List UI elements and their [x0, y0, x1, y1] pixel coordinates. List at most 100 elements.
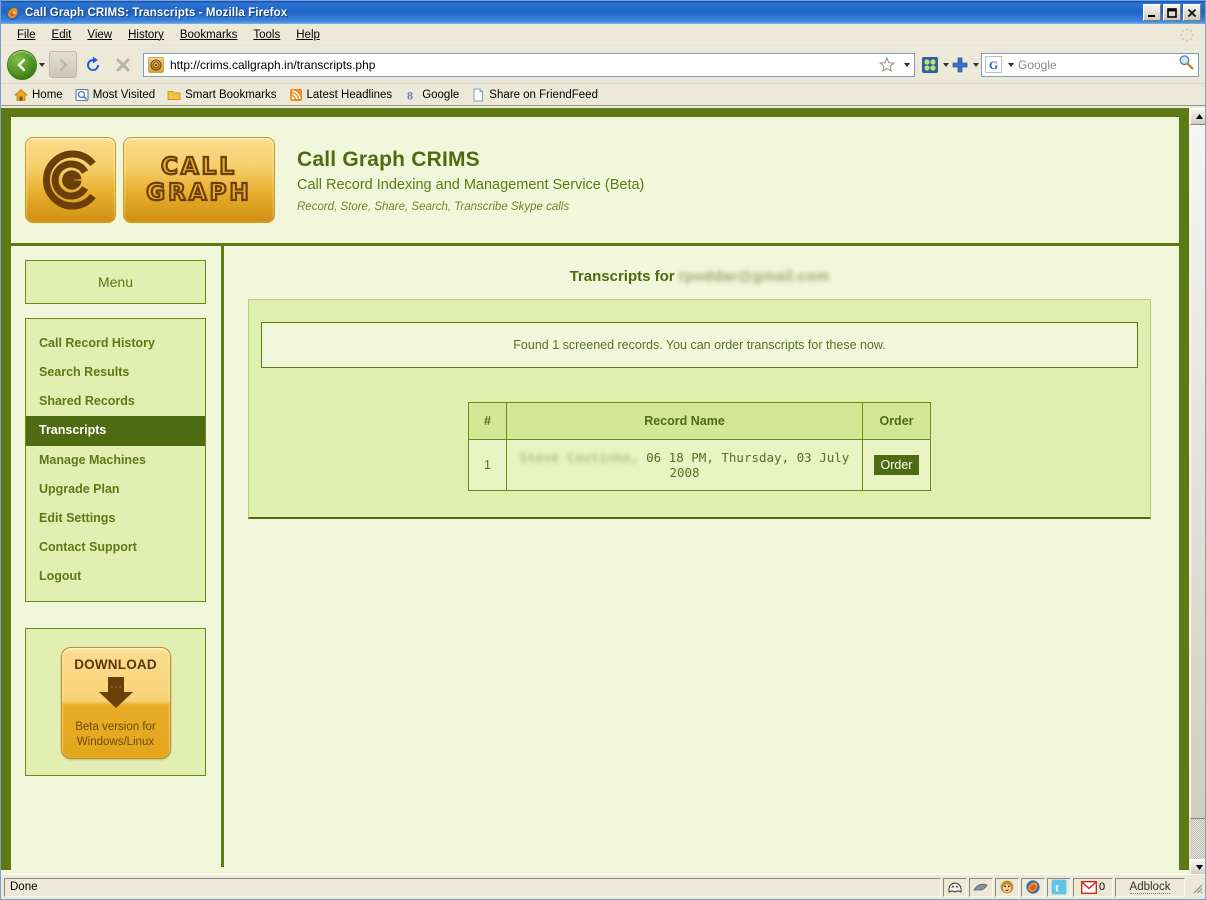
site-title: Call Graph CRIMS — [297, 147, 480, 171]
twitter-icon[interactable]: t — [1047, 877, 1071, 897]
search-bar[interactable]: G Google — [981, 52, 1199, 77]
table-body: 1 Steve Coutinho, 06 18 PM, Thursday, 03… — [468, 439, 931, 491]
svg-text:8: 8 — [407, 88, 413, 102]
add-plus-dropdown-icon[interactable] — [973, 62, 979, 67]
sidebar-item-edit-settings[interactable]: Edit Settings — [26, 504, 205, 533]
cell-record-name: Steve Coutinho, 06 18 PM, Thursday, 03 J… — [506, 439, 863, 491]
google-icon: 8 — [404, 88, 418, 102]
search-engine-dropdown-icon[interactable] — [1008, 62, 1014, 67]
menu-file-label: File — [17, 28, 36, 41]
sidebar-item-upgrade-plan[interactable]: Upgrade Plan — [26, 475, 205, 504]
title-bar: Call Graph CRIMS: Transcripts - Mozilla … — [1, 1, 1205, 24]
back-history-dropdown-icon[interactable] — [39, 62, 45, 67]
back-button[interactable] — [7, 49, 37, 80]
download-button[interactable]: DOWNLOAD Beta version for Windows/Linux — [60, 647, 171, 760]
column-header-index: # — [468, 402, 507, 440]
sidebar-item-search-results[interactable]: Search Results — [26, 358, 205, 387]
gmail-unread-count: 0 — [1098, 881, 1106, 893]
url-dropdown-icon[interactable] — [904, 62, 910, 67]
site-subtitle: Call Record Indexing and Management Serv… — [297, 176, 645, 193]
download-subtitle-line2: Windows/Linux — [76, 735, 155, 748]
stop-button[interactable] — [109, 51, 137, 79]
sidebar-item-call-record-history[interactable]: Call Record History — [26, 329, 205, 358]
sidebar-item-logout[interactable]: Logout — [26, 562, 205, 591]
navigation-toolbar: http://crims.callgraph.in/transcripts.ph… — [1, 46, 1205, 84]
firefox-icon — [5, 5, 21, 21]
scrollbar-thumb[interactable] — [1190, 125, 1205, 819]
star-icon[interactable] — [878, 56, 896, 74]
gmail-m-icon[interactable]: 0 — [1073, 877, 1113, 897]
scrollbar-track[interactable] — [1190, 125, 1205, 859]
url-bar[interactable]: http://crims.callgraph.in/transcripts.ph… — [143, 52, 915, 77]
menu-history-label: History — [128, 28, 164, 41]
bookmark-smart-bookmarks[interactable]: Smart Bookmarks — [162, 87, 281, 103]
menu-help[interactable]: Help — [288, 27, 328, 43]
sidebar-item-contact-support[interactable]: Contact Support — [26, 533, 205, 562]
shark-fin-icon[interactable] — [969, 877, 993, 897]
folder-icon — [167, 88, 181, 102]
menu-edit-label: Edit — [51, 28, 72, 41]
bookmark-most-visited[interactable]: Most Visited — [70, 87, 160, 103]
bookmark-share-on-friendfeed[interactable]: Share on FriendFeed — [466, 87, 603, 103]
status-bar: Done t 0 Adblock — [1, 874, 1205, 899]
forward-button[interactable] — [49, 51, 77, 78]
download-subtitle-line1: Beta version for — [75, 721, 156, 734]
reload-button[interactable] — [79, 51, 107, 79]
menu-help-label: Help — [296, 28, 320, 41]
scroll-up-button[interactable] — [1190, 108, 1205, 125]
close-button[interactable] — [1183, 4, 1201, 21]
site-body: Menu Call Record History Search Results … — [11, 246, 1179, 867]
monkey-icon[interactable] — [995, 877, 1019, 897]
download-title: DOWNLOAD — [74, 657, 157, 673]
url-text: http://crims.callgraph.in/transcripts.ph… — [170, 57, 376, 72]
adblock-button[interactable]: Adblock — [1115, 877, 1185, 897]
menu-history[interactable]: History — [120, 27, 172, 43]
back-button-group — [7, 49, 45, 80]
bookmark-latest-headlines-label: Latest Headlines — [306, 88, 393, 101]
bookmark-smart-bookmarks-label: Smart Bookmarks — [185, 88, 277, 101]
vertical-scrollbar[interactable] — [1189, 108, 1205, 876]
extension-grid-dropdown-icon[interactable] — [943, 62, 949, 67]
callgraph-logo-wordmark[interactable]: CALL GRAPH — [123, 137, 275, 223]
cell-index: 1 — [468, 439, 507, 491]
table-head: # Record Name Order — [468, 402, 931, 440]
menu-bookmarks[interactable]: Bookmarks — [172, 27, 246, 43]
resize-grip[interactable] — [1188, 879, 1204, 895]
search-input[interactable]: Google — [1018, 58, 1173, 72]
minimize-button[interactable] — [1143, 4, 1161, 21]
menu-view-label: View — [87, 28, 113, 41]
google-icon[interactable]: G — [985, 56, 1002, 73]
extension-grid-icon[interactable] — [921, 56, 939, 74]
sidebar-item-transcripts[interactable]: Transcripts — [26, 416, 205, 446]
cell-order: Order — [862, 439, 931, 491]
sidebar: Menu Call Record History Search Results … — [11, 246, 224, 867]
search-icon[interactable] — [1177, 53, 1195, 76]
content-area: CALL GRAPH Call Graph CRIMS Call Record … — [1, 108, 1205, 876]
download-arrow-icon — [94, 675, 138, 716]
bookmark-google[interactable]: 8 Google — [399, 87, 464, 103]
menu-view[interactable]: View — [79, 27, 120, 43]
home-icon — [13, 88, 29, 102]
ghostery-icon[interactable] — [943, 877, 967, 897]
callgraph-logo-mark[interactable] — [25, 137, 116, 223]
maximize-button[interactable] — [1163, 4, 1181, 21]
adblock-label: Adblock — [1129, 880, 1171, 894]
sidebar-item-shared-records[interactable]: Shared Records — [26, 387, 205, 416]
add-plus-icon[interactable] — [951, 56, 969, 74]
bookmark-latest-headlines[interactable]: Latest Headlines — [284, 87, 398, 103]
page-icon — [471, 88, 485, 102]
bookmark-home[interactable]: Home — [9, 87, 68, 103]
order-button[interactable]: Order — [873, 455, 920, 475]
sidebar-item-manage-machines[interactable]: Manage Machines — [26, 446, 205, 475]
rss-icon — [289, 88, 303, 102]
firefox-icon[interactable] — [1021, 877, 1045, 897]
bookmark-share-on-friendfeed-label: Share on FriendFeed — [489, 88, 598, 101]
page-frame: CALL GRAPH Call Graph CRIMS Call Record … — [1, 108, 1189, 870]
notice-message: Found 1 screened records. You can order … — [261, 322, 1138, 368]
menu-edit[interactable]: Edit — [44, 27, 80, 43]
menu-file[interactable]: File — [9, 27, 44, 43]
status-text: Done — [4, 877, 941, 897]
menu-tools[interactable]: Tools — [245, 27, 288, 43]
most-visited-icon — [75, 88, 89, 102]
table-row: 1 Steve Coutinho, 06 18 PM, Thursday, 03… — [468, 439, 931, 491]
